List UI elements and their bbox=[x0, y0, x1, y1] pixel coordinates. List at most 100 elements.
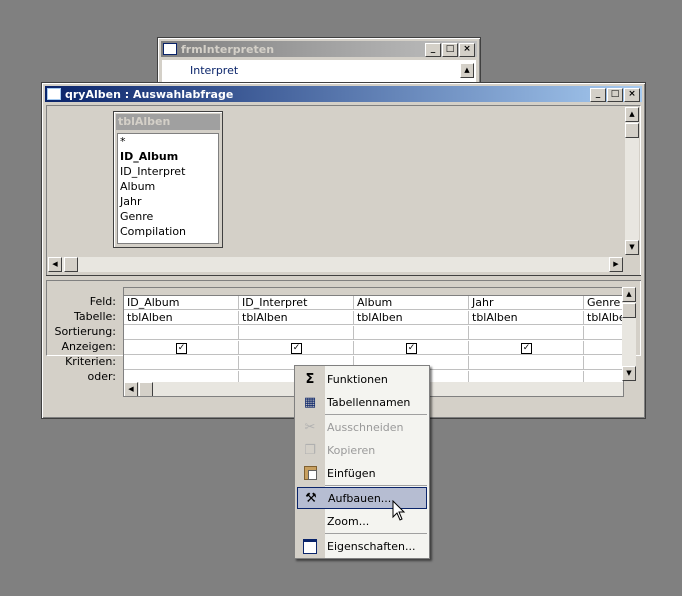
checkbox-show[interactable]: ✓ bbox=[521, 343, 532, 354]
menu-separator bbox=[325, 533, 427, 534]
build-wand-icon: ⚒ bbox=[305, 490, 317, 506]
grid-field-cell[interactable]: Genre bbox=[584, 296, 623, 310]
context-menu[interactable]: Σ Funktionen ▦ Tabellennamen ✂ Ausschnei… bbox=[294, 365, 430, 559]
properties-icon bbox=[297, 535, 323, 557]
field-label-interpret: Interpret bbox=[190, 64, 239, 77]
menu-item-label: Zoom... bbox=[327, 514, 370, 528]
grid-field-cell[interactable]: ID_Interpret bbox=[239, 296, 354, 310]
grid-sort-cell[interactable] bbox=[239, 326, 354, 340]
menu-item-kopieren[interactable]: ❐ Kopieren bbox=[297, 439, 427, 461]
checkbox-show[interactable]: ✓ bbox=[176, 343, 187, 354]
maximize-button[interactable]: □ bbox=[442, 43, 458, 57]
grid-sort-cell[interactable] bbox=[124, 326, 239, 340]
grid-table-cell[interactable]: tblAlben bbox=[124, 311, 239, 325]
grid-criteria-cell[interactable] bbox=[469, 356, 584, 370]
menu-item-funktionen[interactable]: Σ Funktionen bbox=[297, 368, 427, 390]
close-button[interactable]: × bbox=[624, 88, 640, 102]
row-label-table: Tabelle: bbox=[74, 310, 116, 323]
grid-vertical-scrollbar[interactable]: ▲ ▼ bbox=[622, 287, 636, 381]
field-item[interactable]: * bbox=[118, 134, 218, 149]
menu-item-tabellennamen[interactable]: ▦ Tabellennamen bbox=[297, 391, 427, 413]
field-item[interactable]: ID_Album bbox=[118, 149, 218, 164]
query-window-titlebar[interactable]: qryAlben : Auswahlabfrage _ □ × bbox=[45, 86, 642, 102]
menu-item-zoom[interactable]: Zoom... bbox=[297, 510, 427, 532]
menu-item-no-icon bbox=[297, 510, 323, 532]
maximize-button[interactable]: □ bbox=[607, 88, 623, 102]
column-selectors[interactable] bbox=[124, 288, 623, 296]
scroll-down-button[interactable]: ▼ bbox=[625, 240, 639, 255]
close-button[interactable]: × bbox=[459, 43, 475, 57]
query-window-title: qryAlben : Auswahlabfrage bbox=[65, 87, 234, 101]
scissors-icon: ✂ bbox=[304, 419, 316, 435]
scroll-left-button[interactable]: ◀ bbox=[48, 257, 62, 272]
grid-field-cell[interactable]: Jahr bbox=[469, 296, 584, 310]
grid-table-cell[interactable]: tblAlben bbox=[354, 311, 469, 325]
table-names-icon: ▦ bbox=[303, 394, 317, 410]
grid-show-cell[interactable] bbox=[584, 341, 623, 355]
menu-item-label: Tabellennamen bbox=[327, 395, 411, 409]
menu-item-ausschneiden[interactable]: ✂ Ausschneiden bbox=[297, 416, 427, 438]
form-icon bbox=[163, 43, 177, 55]
field-item[interactable]: Album bbox=[118, 179, 218, 194]
form-window-interpreten[interactable]: frmInterpreten _ □ × Interpret ▲ bbox=[157, 37, 481, 87]
menu-item-label: Eigenschaften... bbox=[327, 539, 416, 553]
row-label-criteria: Kriterien: bbox=[65, 355, 116, 368]
checkbox-show[interactable]: ✓ bbox=[291, 343, 302, 354]
grid-table-cell[interactable]: tblAlben bbox=[239, 311, 354, 325]
grid-criteria-cell[interactable] bbox=[124, 356, 239, 370]
grid-sort-cell[interactable] bbox=[354, 326, 469, 340]
menu-item-label: Kopieren bbox=[327, 443, 376, 457]
scroll-up-button[interactable]: ▲ bbox=[622, 287, 636, 302]
menu-item-label: Aufbauen... bbox=[328, 491, 392, 505]
horizontal-scrollbar[interactable]: ◀ ▶ bbox=[48, 257, 623, 272]
row-label-sort: Sortierung: bbox=[54, 325, 116, 338]
field-item[interactable]: ID_Interpret bbox=[118, 164, 218, 179]
grid-show-cell[interactable]: ✓ bbox=[354, 341, 469, 355]
scroll-thumb[interactable] bbox=[64, 257, 78, 272]
grid-show-cell[interactable]: ✓ bbox=[124, 341, 239, 355]
menu-item-aufbauen[interactable]: ⚒ Aufbauen... bbox=[297, 487, 427, 509]
scroll-thumb[interactable] bbox=[625, 123, 639, 138]
menu-separator bbox=[325, 414, 427, 415]
scroll-thumb[interactable] bbox=[139, 382, 153, 396]
scroll-up-button[interactable]: ▲ bbox=[625, 107, 639, 122]
form-window-title: frmInterpreten bbox=[181, 42, 275, 56]
copy-icon: ❐ bbox=[304, 442, 316, 458]
scroll-right-button[interactable]: ▶ bbox=[609, 257, 623, 272]
field-item[interactable]: Genre bbox=[118, 209, 218, 224]
menu-item-einfuegen[interactable]: Einfügen bbox=[297, 462, 427, 484]
grid-table-cell[interactable]: tblAlbe bbox=[584, 311, 623, 325]
form-window-titlebar[interactable]: frmInterpreten _ □ × bbox=[161, 41, 477, 57]
checkbox-show[interactable]: ✓ bbox=[406, 343, 417, 354]
grid-criteria-cell[interactable] bbox=[584, 356, 623, 370]
grid-field-cell[interactable]: ID_Album bbox=[124, 296, 239, 310]
menu-separator bbox=[325, 485, 427, 486]
table-box-tblAlben[interactable]: tblAlben * ID_Album ID_Interpret Album J… bbox=[113, 111, 223, 248]
scroll-down-button[interactable]: ▼ bbox=[622, 366, 636, 381]
row-label-or: oder: bbox=[87, 370, 116, 383]
table-field-list: * ID_Album ID_Interpret Album Jahr Genre… bbox=[117, 133, 219, 244]
scroll-up-button[interactable]: ▲ bbox=[460, 63, 474, 78]
table-box-title[interactable]: tblAlben bbox=[116, 114, 220, 130]
grid-show-cell[interactable]: ✓ bbox=[469, 341, 584, 355]
grid-sort-cell[interactable] bbox=[584, 326, 623, 340]
grid-field-cell[interactable]: Album bbox=[354, 296, 469, 310]
vertical-scrollbar[interactable]: ▲ ▼ bbox=[625, 107, 639, 255]
field-item[interactable]: Compilation bbox=[118, 224, 218, 239]
pane-splitter[interactable] bbox=[46, 275, 641, 281]
menu-item-eigenschaften[interactable]: Eigenschaften... bbox=[297, 535, 427, 557]
row-label-field: Feld: bbox=[89, 295, 116, 308]
minimize-button[interactable]: _ bbox=[590, 88, 606, 102]
menu-item-label: Einfügen bbox=[327, 466, 376, 480]
scroll-left-button[interactable]: ◀ bbox=[124, 382, 138, 396]
menu-item-label: Funktionen bbox=[327, 372, 388, 386]
grid-sort-cell[interactable] bbox=[469, 326, 584, 340]
field-item[interactable]: Jahr bbox=[118, 194, 218, 209]
mouse-cursor-icon bbox=[392, 500, 406, 521]
grid-table-cell[interactable]: tblAlben bbox=[469, 311, 584, 325]
paste-icon bbox=[297, 462, 323, 484]
minimize-button[interactable]: _ bbox=[425, 43, 441, 57]
grid-show-cell[interactable]: ✓ bbox=[239, 341, 354, 355]
sigma-icon: Σ bbox=[305, 371, 315, 387]
scroll-thumb[interactable] bbox=[622, 303, 636, 318]
